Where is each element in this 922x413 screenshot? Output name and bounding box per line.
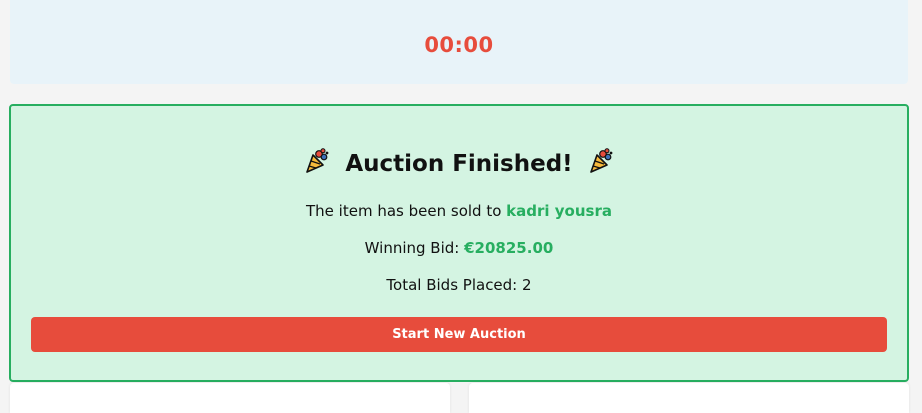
left-card <box>10 383 450 413</box>
winning-bid-label: Winning Bid: <box>364 239 460 257</box>
auction-result-title: Auction Finished! <box>11 147 907 181</box>
sold-to-line: The item has been sold to kadri yousra <box>11 202 907 220</box>
auction-result-panel: Auction Finished! The item has been sold… <box>9 104 909 382</box>
total-bids-value: 2 <box>522 276 532 294</box>
winning-bid-line: Winning Bid: €20825.00 <box>11 239 907 257</box>
timer-panel: 00:00 <box>10 0 908 84</box>
party-popper-icon <box>303 147 331 181</box>
sold-to-label: The item has been sold to <box>306 202 502 220</box>
result-title-text: Auction Finished! <box>345 151 573 177</box>
winning-bid-value: €20825.00 <box>464 239 554 257</box>
countdown-timer: 00:00 <box>424 33 494 57</box>
party-popper-icon <box>587 147 615 181</box>
total-bids-label: Total Bids Placed: <box>386 276 518 294</box>
total-bids-line: Total Bids Placed: 2 <box>11 276 907 294</box>
winner-name: kadri yousra <box>506 202 612 220</box>
right-card <box>469 383 909 413</box>
start-new-auction-button[interactable]: Start New Auction <box>31 317 887 352</box>
